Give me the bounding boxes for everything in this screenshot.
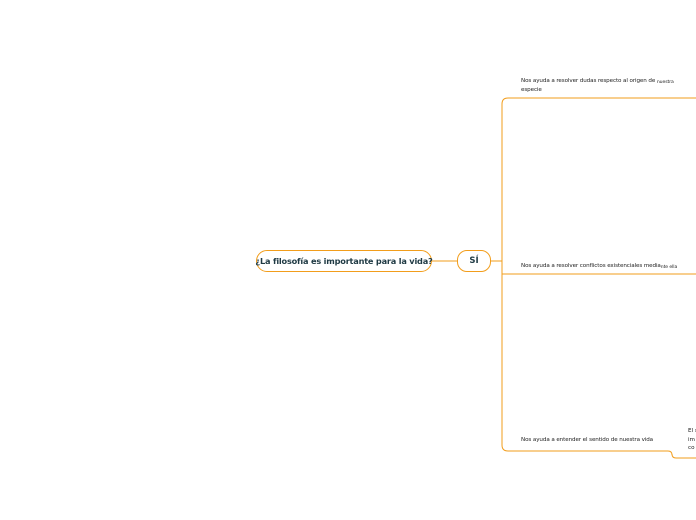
subtopic-1-line1-tail: nuestra [656,80,674,85]
central-topic[interactable]: ¿La filosofía es importante para la vida… [255,250,433,272]
subtopic-2-line1: Nos ayuda a resolver conflictos existenc… [521,263,661,269]
subtopic-3-line1: Nos ayuda a entender el sentido de nuest… [521,437,654,443]
subtopic-origin-species[interactable]: Nos ayuda a resolver dudas respecto al o… [521,77,674,95]
subtopic-1-line2: especie [521,87,542,93]
central-topic-label: ¿La filosofía es importante para la vida… [255,256,433,266]
partial-note-line-3: co [688,445,695,451]
partial-note[interactable]: El s im co [688,427,696,453]
connector-subtopic-3-to-note [667,450,688,459]
subtopic-meaning-of-life[interactable]: Nos ayuda a entender el sentido de nuest… [521,436,653,445]
subtopic-1-line1: Nos ayuda a resolver dudas respecto al o… [521,78,657,84]
subtopic-2-line1-tail: nte ella [660,265,678,270]
main-topic-label: SÍ [469,256,479,266]
partial-note-line-2: im [688,436,696,443]
main-topic-si[interactable]: SÍ [457,250,491,272]
partial-note-line-1: El s [688,428,696,434]
subtopic-existential-conflicts[interactable]: Nos ayuda a resolver conflictos existenc… [521,262,677,271]
